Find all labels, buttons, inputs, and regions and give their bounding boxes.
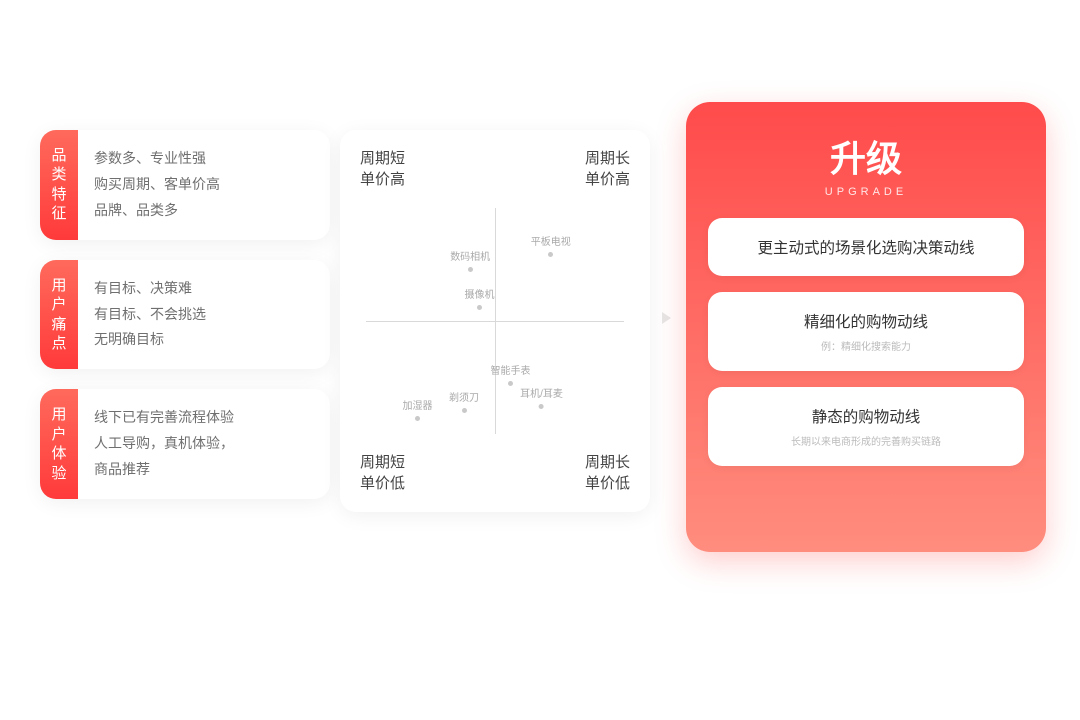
upgrade-item-1: 精细化的购物动线例：精细化搜索能力	[708, 292, 1024, 371]
quadrant-point-6: 加湿器	[403, 397, 433, 421]
left-card-0: 品类特征参数多、专业性强购买周期、客单价高品牌、品类多	[40, 130, 330, 240]
quadrant-point-5: 剃须刀	[449, 389, 479, 413]
left-card-body: 参数多、专业性强购买周期、客单价高品牌、品类多	[78, 130, 330, 240]
upgrade-item-main: 更主动式的场景化选购决策动线	[722, 236, 1010, 258]
upgrade-item-2: 静态的购物动线长期以来电商形成的完善购买链路	[708, 387, 1024, 466]
quadrant-point-0: 平板电视	[531, 233, 571, 257]
left-column: 品类特征参数多、专业性强购买周期、客单价高品牌、品类多用户痛点有目标、决策难有目…	[40, 130, 330, 519]
upgrade-item-main: 精细化的购物动线	[722, 310, 1010, 332]
upgrade-title: 升级	[708, 130, 1024, 182]
quadrant-label-bl: 周期短 单价低	[360, 452, 405, 494]
quadrant-label-br: 周期长 单价低	[585, 452, 630, 494]
left-card-2: 用户体验线下已有完善流程体验人工导购，真机体验，商品推荐	[40, 389, 330, 499]
quadrant-point-2: 摄像机	[465, 286, 495, 310]
left-card-tag: 用户体验	[40, 389, 78, 499]
quadrant-axis-horizontal	[366, 321, 624, 322]
left-card-tag: 用户痛点	[40, 260, 78, 370]
upgrade-subtitle: UPGRADE	[708, 186, 1024, 198]
quadrant-point-1: 数码相机	[450, 248, 490, 272]
upgrade-item-sub: 例：精细化搜索能力	[722, 338, 1010, 353]
quadrant-label-tr: 周期长 单价高	[585, 148, 630, 190]
left-card-body: 有目标、决策难有目标、不会挑选无明确目标	[78, 260, 330, 370]
upgrade-item-0: 更主动式的场景化选购决策动线	[708, 218, 1024, 276]
quadrant-label-tl: 周期短 单价高	[360, 148, 405, 190]
left-card-body: 线下已有完善流程体验人工导购，真机体验，商品推荐	[78, 389, 330, 499]
arrow-icon	[662, 312, 671, 324]
left-card-1: 用户痛点有目标、决策难有目标、不会挑选无明确目标	[40, 260, 330, 370]
quadrant-card: 周期短 单价高 周期长 单价高 周期短 单价低 周期长 单价低 平板电视数码相机…	[340, 130, 650, 512]
quadrant-point-3: 智能手表	[491, 362, 531, 386]
upgrade-item-sub: 长期以来电商形成的完善购买链路	[722, 433, 1010, 448]
upgrade-item-main: 静态的购物动线	[722, 405, 1010, 427]
quadrant-point-4: 耳机/耳麦	[520, 385, 563, 409]
upgrade-card: 升级 UPGRADE 更主动式的场景化选购决策动线精细化的购物动线例：精细化搜索…	[686, 102, 1046, 552]
left-card-tag: 品类特征	[40, 130, 78, 240]
